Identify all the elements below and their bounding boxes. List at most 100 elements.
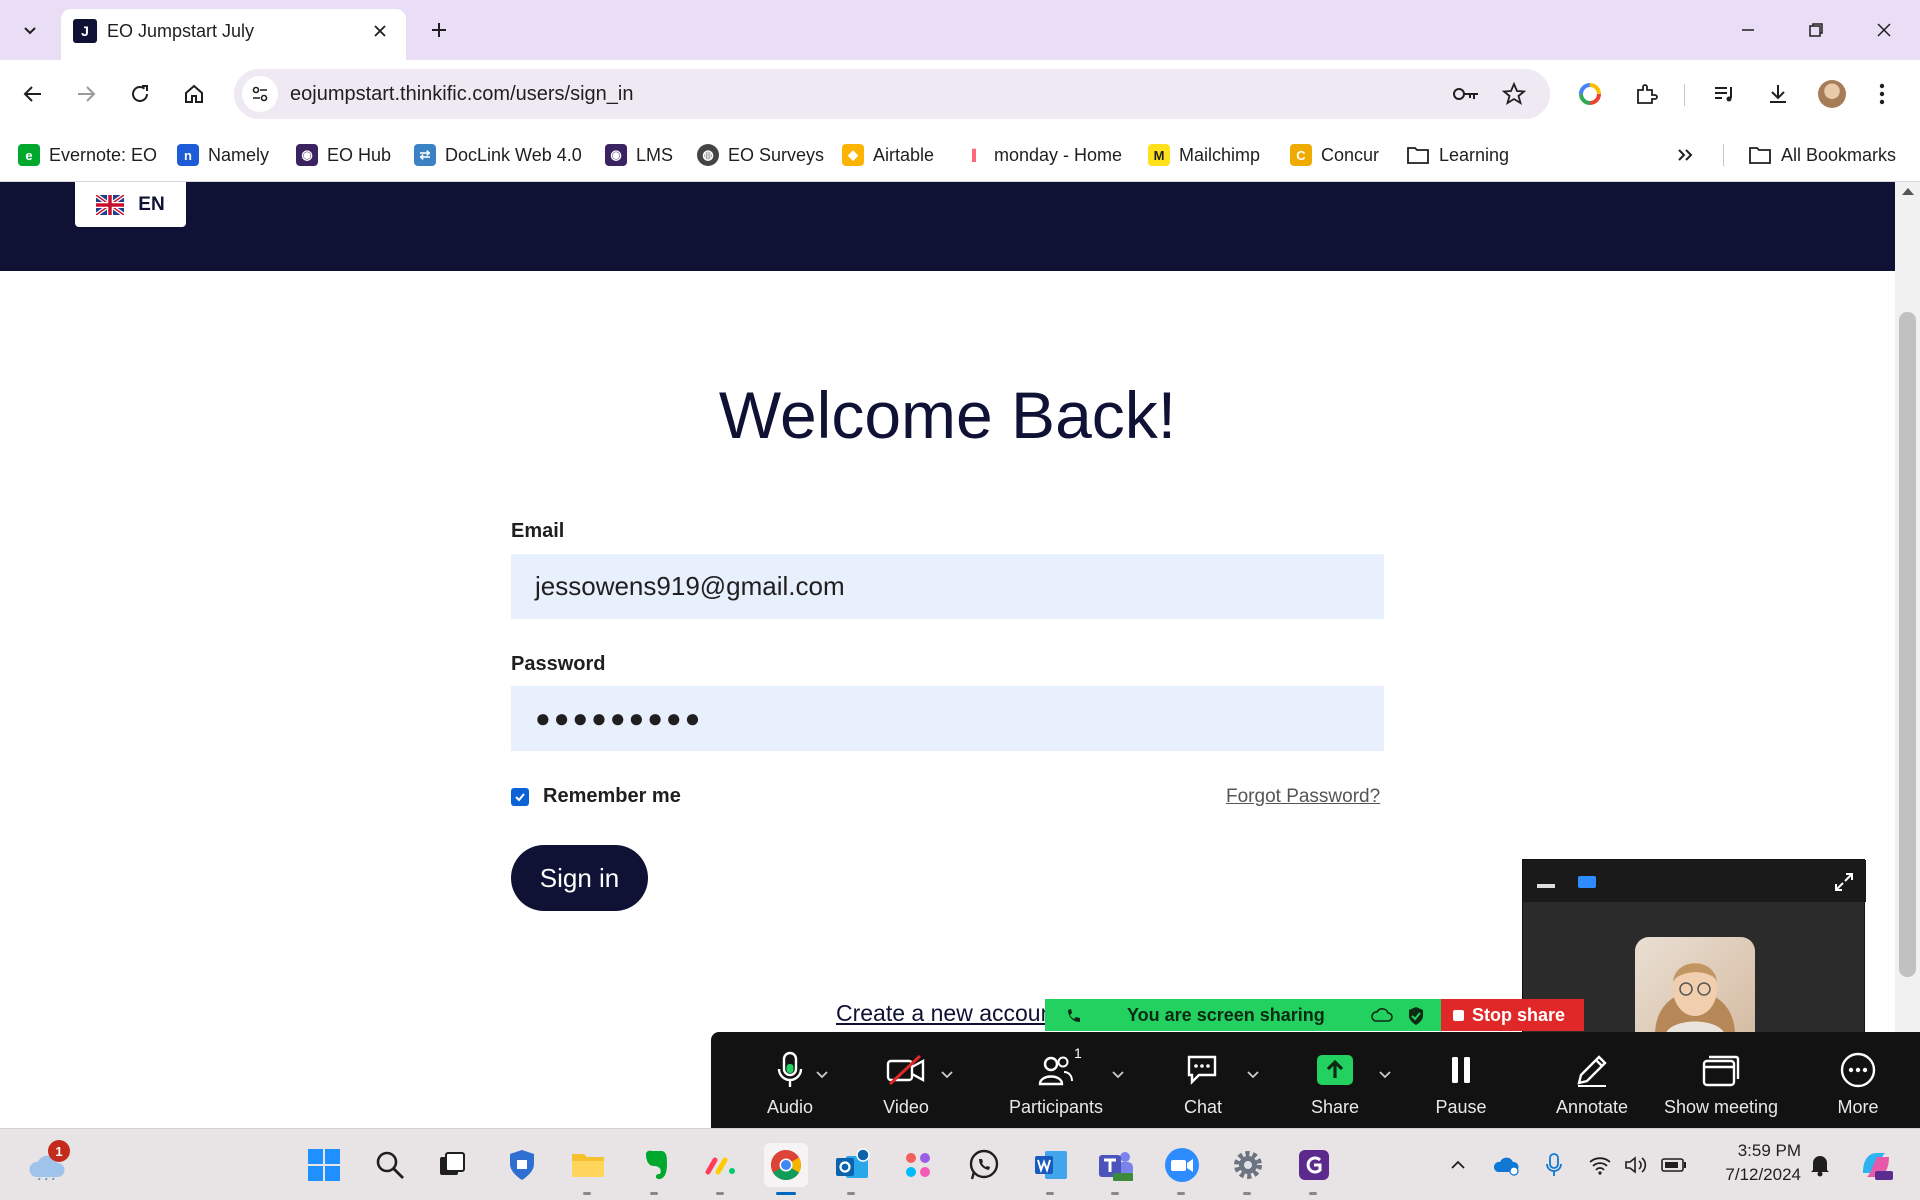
audio-options-caret[interactable] <box>815 1068 829 1082</box>
bookmark-namely[interactable]: n Namely <box>177 140 269 170</box>
close-window-button[interactable] <box>1850 0 1918 60</box>
chat-options-caret[interactable] <box>1246 1068 1260 1082</box>
bookmark-label: EO Surveys <box>728 144 825 165</box>
taskbar-evernote[interactable] <box>633 1143 677 1195</box>
monday-icon <box>705 1157 735 1175</box>
downloads-button[interactable] <box>1760 76 1796 112</box>
video-view-icon[interactable] <box>1578 876 1596 888</box>
bookmarks-separator <box>1723 144 1724 166</box>
onedrive-tray-icon[interactable] <box>1492 1151 1520 1179</box>
pause-share-button[interactable]: Pause <box>1414 1032 1508 1128</box>
email-field[interactable]: jessowens919@gmail.com <box>511 554 1384 619</box>
bookmark-doclink[interactable]: ⇄ DocLink Web 4.0 <box>414 140 582 170</box>
bookmark-airtable[interactable]: ◆ Airtable <box>842 140 934 170</box>
bookmark-monday[interactable]: ∥ monday - Home <box>963 140 1122 170</box>
bookmark-eo-surveys[interactable]: ◍ EO Surveys <box>697 140 824 170</box>
restore-window-button[interactable] <box>1782 0 1850 60</box>
taskbar-purple-app[interactable] <box>1292 1143 1336 1195</box>
taskbar-word[interactable] <box>1029 1143 1073 1195</box>
taskbar-file-explorer[interactable] <box>566 1143 610 1195</box>
password-field[interactable]: ●●●●●●●●● <box>511 686 1384 751</box>
tab-close-button[interactable] <box>368 19 392 43</box>
participants-button[interactable]: Participants <box>991 1032 1121 1128</box>
task-view-icon <box>440 1152 465 1175</box>
start-button[interactable] <box>302 1143 346 1187</box>
chat-button[interactable]: Chat <box>1155 1032 1251 1128</box>
share-options-caret[interactable] <box>1378 1068 1392 1082</box>
taskbar-teams[interactable] <box>1094 1143 1138 1195</box>
address-bar[interactable]: eojumpstart.thinkific.com/users/sign_in <box>234 69 1550 119</box>
annotate-button[interactable]: Annotate <box>1537 1032 1647 1128</box>
site-info-button[interactable] <box>242 76 278 112</box>
taskbar-settings[interactable] <box>1226 1143 1270 1195</box>
password-manager-button[interactable] <box>1450 78 1482 110</box>
reload-button[interactable] <box>122 76 158 112</box>
all-bookmarks-button[interactable]: All Bookmarks <box>1748 140 1896 170</box>
share-button[interactable]: Share <box>1287 1032 1383 1128</box>
extensions-button[interactable] <box>1628 76 1664 112</box>
show-hidden-icons-button[interactable] <box>1444 1151 1472 1179</box>
volume-tray-icon[interactable] <box>1622 1151 1650 1179</box>
profile-button[interactable] <box>1814 76 1850 112</box>
wifi-tray-icon[interactable] <box>1586 1151 1614 1179</box>
media-control-button[interactable] <box>1706 76 1742 112</box>
forgot-password-link[interactable]: Forgot Password? <box>1226 786 1380 808</box>
scroll-thumb[interactable] <box>1899 312 1916 977</box>
taskbar-monday[interactable] <box>699 1143 743 1195</box>
create-account-link[interactable]: Create a new accoun <box>836 1000 1053 1027</box>
bookmark-lms[interactable]: ◉ LMS <box>605 140 673 170</box>
tab-search-button[interactable] <box>12 12 48 48</box>
taskbar-whatsapp[interactable] <box>962 1143 1006 1187</box>
grid-app-icon <box>906 1153 930 1177</box>
bookmark-eo-hub[interactable]: ◉ EO Hub <box>296 140 391 170</box>
screen-sharing-banner[interactable]: You are screen sharing <box>1045 999 1441 1031</box>
expand-video-button[interactable] <box>1830 868 1858 896</box>
teams-icon <box>1099 1152 1133 1181</box>
more-button[interactable]: More <box>1811 1032 1905 1128</box>
microphone-tray-icon[interactable] <box>1540 1151 1568 1179</box>
taskbar-zoom[interactable] <box>1160 1143 1204 1195</box>
restore-icon <box>1809 23 1823 37</box>
extension-button[interactable] <box>1572 76 1608 112</box>
monday-icon: ∥ <box>963 144 985 166</box>
minimize-video-icon[interactable] <box>1537 884 1555 888</box>
new-tab-button[interactable] <box>421 12 457 48</box>
bookmark-star-button[interactable] <box>1498 78 1530 110</box>
page-scrollbar[interactable] <box>1895 182 1920 1128</box>
participants-options-caret[interactable] <box>1111 1068 1125 1082</box>
taskbar-chrome[interactable] <box>764 1143 808 1195</box>
remember-me-checkbox[interactable] <box>511 787 529 806</box>
language-selector[interactable]: EN <box>75 182 186 227</box>
bookmark-label: Airtable <box>873 144 935 165</box>
bell-icon <box>1811 1156 1829 1177</box>
zoom-meeting-toolbar: Audio Video Participants 1 Chat Share Pa… <box>711 1032 1920 1128</box>
battery-tray-icon[interactable] <box>1660 1151 1688 1179</box>
copilot-icon <box>1863 1153 1893 1180</box>
taskbar-security-app[interactable] <box>500 1143 544 1187</box>
forward-button[interactable] <box>68 76 104 112</box>
active-tab[interactable]: J EO Jumpstart July <box>61 9 406 60</box>
notifications-button[interactable] <box>1806 1151 1834 1179</box>
taskbar-outlook[interactable] <box>830 1143 874 1195</box>
bookmark-evernote[interactable]: e Evernote: EO <box>18 140 157 170</box>
show-meeting-button[interactable]: Show meeting <box>1655 1032 1787 1128</box>
video-button[interactable]: Video <box>859 1032 953 1128</box>
task-view-button[interactable] <box>430 1143 474 1187</box>
taskbar-clock[interactable]: 3:59 PM 7/12/2024 <box>1705 1139 1801 1187</box>
chrome-menu-button[interactable] <box>1864 76 1900 112</box>
taskbar-colorful-app[interactable] <box>896 1143 940 1187</box>
scroll-up-arrow-icon[interactable] <box>1902 188 1914 195</box>
remember-me-label[interactable]: Remember me <box>543 785 681 808</box>
video-options-caret[interactable] <box>940 1068 954 1082</box>
back-button[interactable] <box>15 76 51 112</box>
bookmark-learning-folder[interactable]: Learning <box>1406 140 1509 170</box>
stop-share-button[interactable]: Stop share <box>1441 999 1584 1031</box>
home-button[interactable] <box>176 76 212 112</box>
bookmarks-overflow-button[interactable] <box>1676 140 1694 170</box>
copilot-button[interactable] <box>1856 1147 1896 1183</box>
bookmark-concur[interactable]: C Concur <box>1290 140 1379 170</box>
sign-in-button[interactable]: Sign in <box>511 845 648 911</box>
search-button[interactable] <box>368 1143 412 1187</box>
bookmark-mailchimp[interactable]: M Mailchimp <box>1148 140 1260 170</box>
minimize-window-button[interactable] <box>1714 0 1782 60</box>
